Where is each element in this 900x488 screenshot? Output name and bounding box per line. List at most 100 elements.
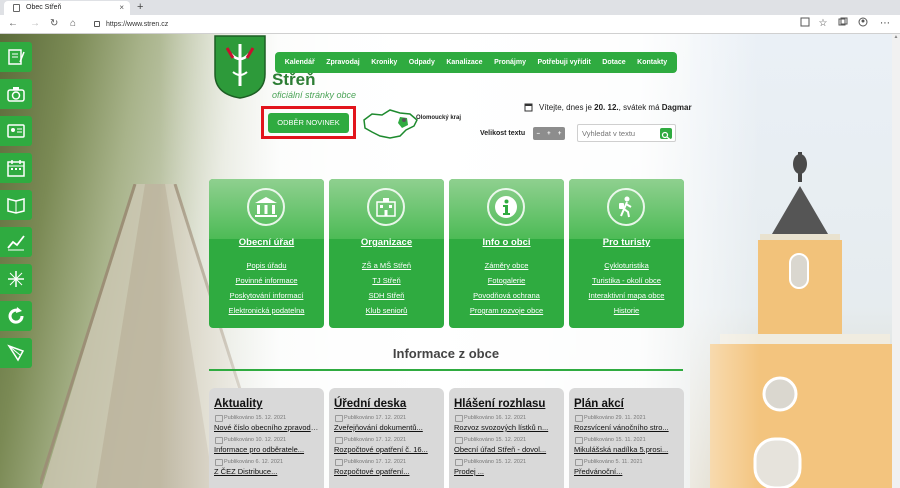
browser-tab[interactable]: Obec Střeň × (4, 1, 130, 15)
news-column-title[interactable]: Plán akcí (574, 398, 679, 410)
sidebar-forms-icon[interactable] (0, 42, 32, 72)
card-title[interactable]: Pro turisty (569, 237, 684, 248)
sidebar-kite-icon[interactable] (0, 338, 32, 368)
news-link[interactable]: Zveřejňování dokumentů... (334, 422, 439, 433)
news-link[interactable]: Obecní úřad Střeň - dovol... (454, 444, 559, 455)
card-link[interactable]: Turistika - okolí obce (569, 273, 684, 288)
nav-dotace[interactable]: Dotace (602, 59, 625, 66)
news-item: Publikováno 17. 12. 2021 Rozpočtové opat… (334, 436, 439, 455)
news-link[interactable]: Nové číslo obecního zpravodaje (214, 422, 319, 433)
nav-kanalizace[interactable]: Kanalizace (446, 59, 482, 66)
card-title[interactable]: Info o obci (449, 237, 564, 248)
organization-icon[interactable] (367, 188, 405, 226)
sidebar-book-icon[interactable] (0, 190, 32, 220)
nav-pronajmy[interactable]: Pronájmy (494, 59, 526, 66)
card-link[interactable]: Poskytování informací (209, 288, 324, 303)
news-link[interactable]: Mikulášská nadílka 5.prosi... (574, 444, 679, 455)
card-title[interactable]: Organizace (329, 237, 444, 248)
news-item: Publikováno 15. 12. 2021 Obecní úřad Stř… (454, 436, 559, 455)
font-increase-button[interactable]: + (558, 131, 562, 137)
favorites-star-icon[interactable]: ☆ (816, 17, 830, 31)
nav-kalendar[interactable]: Kalendář (285, 59, 315, 66)
card-link[interactable]: ZŠ a MŠ Střeň (329, 258, 444, 273)
card-link[interactable]: Elektronická podatelna (209, 303, 324, 318)
tab-close-icon[interactable]: × (119, 1, 124, 15)
nav-odpady[interactable]: Odpady (409, 59, 435, 66)
coat-of-arms-logo[interactable] (213, 34, 267, 100)
card-link[interactable]: Povinné informace (209, 273, 324, 288)
home-icon[interactable]: ⌂ (70, 17, 76, 31)
card-link-list: ZŠ a MŠ Střeň TJ Střeň SDH Střeň Klub se… (329, 258, 444, 318)
card-title[interactable]: Obecní úřad (209, 237, 324, 248)
sidebar-camera-icon[interactable] (0, 79, 32, 109)
card-pro-turisty: Pro turisty Cykloturistika Turistika - o… (569, 179, 684, 328)
card-link[interactable]: Povodňová ochrana (449, 288, 564, 303)
card-link[interactable]: Historie (569, 303, 684, 318)
news-column-title[interactable]: Hlášení rozhlasu (454, 398, 559, 410)
news-link[interactable]: Rozsvícení vánočního stro... (574, 422, 679, 433)
sidebar-calendar-icon[interactable] (0, 153, 32, 183)
font-reset-button[interactable]: + (547, 131, 551, 137)
search-icon[interactable] (660, 128, 672, 140)
card-link-list: Popis úřadu Povinné informace Poskytován… (209, 258, 324, 318)
reload-icon[interactable]: ↻ (50, 17, 58, 31)
news-date: Publikováno 17. 12. 2021 (334, 414, 439, 422)
scroll-up-icon[interactable]: ▲ (893, 34, 899, 40)
card-info-o-obci: Info o obci Záměry obce Fotogalerie Povo… (449, 179, 564, 328)
back-icon[interactable]: ← (8, 17, 18, 31)
search-input[interactable] (582, 127, 660, 140)
news-column-title[interactable]: Aktuality (214, 398, 319, 410)
nav-kroniky[interactable]: Kroniky (371, 59, 397, 66)
card-link[interactable]: Cykloturistika (569, 258, 684, 273)
new-tab-button[interactable]: + (137, 0, 143, 14)
forward-icon[interactable]: → (30, 17, 40, 31)
nav-potrebuji-vyridit[interactable]: Potřebuji vyřídit (537, 59, 590, 66)
card-link[interactable]: Interaktivní mapa obce (569, 288, 684, 303)
site-title[interactable]: Střeň (272, 70, 315, 90)
card-link-list: Záměry obce Fotogalerie Povodňová ochran… (449, 258, 564, 318)
nav-zpravodaj[interactable]: Zpravodaj (326, 59, 359, 66)
url-text: https://www.stren.cz (106, 21, 169, 28)
collections-icon[interactable] (836, 17, 850, 31)
news-item: Publikováno 17. 12. 2021 Zveřejňování do… (334, 414, 439, 433)
read-aloud-icon[interactable] (798, 17, 812, 31)
card-link[interactable]: TJ Střeň (329, 273, 444, 288)
news-link[interactable]: Rozvoz svozových lístků n... (454, 422, 559, 433)
card-link[interactable]: Popis úřadu (209, 258, 324, 273)
page-scrollbar[interactable]: ▲ (892, 34, 900, 488)
news-link[interactable]: Předvánoční... (574, 466, 679, 477)
news-column-title[interactable]: Úřední deska (334, 398, 439, 410)
card-link[interactable]: Fotogalerie (449, 273, 564, 288)
more-menu-icon[interactable]: ⋯ (878, 17, 892, 31)
welcome-date-text: Vítejte, dnes je 20. 12., svátek má Dagm… (539, 103, 692, 112)
nav-kontakty[interactable]: Kontakty (637, 59, 667, 66)
sidebar-sparkle-icon[interactable] (0, 264, 32, 294)
font-size-label: Velikost textu (480, 130, 526, 137)
tourist-icon[interactable] (607, 188, 645, 226)
address-bar[interactable]: https://www.stren.cz (88, 17, 808, 32)
news-link[interactable]: Rozpočtové opatření... (334, 466, 439, 477)
card-link[interactable]: SDH Střeň (329, 288, 444, 303)
news-link[interactable]: Informace pro odběratele... (214, 444, 319, 455)
card-link[interactable]: Klub seniorů (329, 303, 444, 318)
news-link[interactable]: Z ČEZ Distribuce... (214, 466, 319, 477)
region-label[interactable]: Olomoucký kraj (416, 115, 461, 121)
news-item: Publikováno 17. 12. 2021 Rozpočtové opat… (334, 458, 439, 477)
section-divider (209, 369, 683, 371)
profile-icon[interactable] (856, 17, 870, 31)
sidebar-id-card-icon[interactable] (0, 116, 32, 146)
sidebar-recycle-icon[interactable] (0, 301, 32, 331)
browser-toolbar: ← → ↻ ⌂ https://www.stren.cz ☆ ⋯ (0, 15, 900, 34)
card-link[interactable]: Záměry obce (449, 258, 564, 273)
card-link[interactable]: Program rozvoje obce (449, 303, 564, 318)
sidebar-chart-icon[interactable] (0, 227, 32, 257)
font-decrease-button[interactable]: – (537, 131, 540, 137)
news-link[interactable]: Prodej ... (454, 466, 559, 477)
building-icon[interactable] (247, 188, 285, 226)
news-link[interactable]: Rozpočtové opatření č. 16... (334, 444, 439, 455)
highlight-annotation-box (261, 106, 356, 139)
news-item: Publikováno 6. 12. 2021 Z ČEZ Distribuce… (214, 458, 319, 477)
nameday-name: Dagmar (661, 103, 692, 112)
info-icon[interactable] (487, 188, 525, 226)
czech-map-icon[interactable] (360, 106, 420, 142)
